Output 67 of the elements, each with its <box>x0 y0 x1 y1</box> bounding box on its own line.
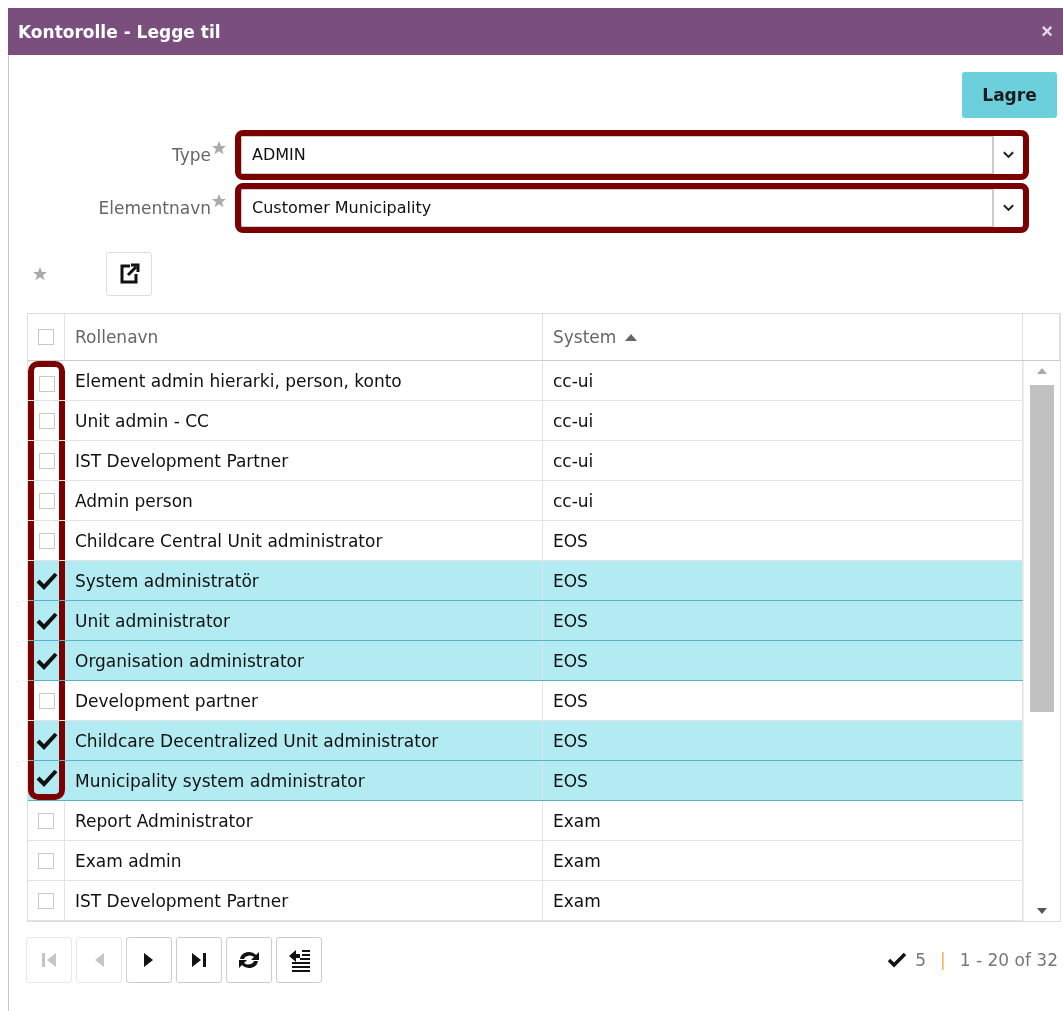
row-checkbox[interactable] <box>38 412 55 429</box>
table-cell: Development partner <box>65 681 543 720</box>
column-header[interactable]: Rollenavn <box>75 327 159 347</box>
check-icon[interactable] <box>35 570 58 591</box>
check-icon[interactable] <box>35 650 58 671</box>
first-page-icon <box>40 951 58 969</box>
table-cell: IST Development Partner <box>65 441 543 480</box>
page-range: 1 - 20 of 32 <box>959 950 1058 970</box>
field-label: Elementnavn <box>97 197 211 218</box>
row-checkbox[interactable] <box>38 892 54 909</box>
table-cell: Childcare Central Unit administrator <box>65 521 543 560</box>
table-cell: IST Development Partner <box>65 881 543 920</box>
dropdown-field[interactable]: ADMIN <box>235 129 1029 180</box>
table-row[interactable]: IST Development Partner cc-ui <box>28 441 1023 481</box>
table-row[interactable]: IST Development Partner Exam <box>28 881 1023 921</box>
field-label: Type <box>170 144 211 165</box>
table-row[interactable]: Unit administrator EOS <box>28 601 1023 641</box>
check-icon <box>887 952 908 968</box>
pager-button[interactable] <box>276 937 322 983</box>
pager-button[interactable] <box>176 937 222 983</box>
table-row[interactable]: Element admin hierarki, person, konto cc-ui <box>28 361 1023 401</box>
check-icon[interactable] <box>35 730 58 751</box>
table-cell: Childcare Decentralized Unit administrator <box>65 721 543 760</box>
table-cell: Admin person <box>65 481 543 520</box>
pager-button[interactable] <box>126 937 172 983</box>
table-row[interactable]: Exam admin Exam <box>28 841 1023 881</box>
table-row[interactable]: Admin person cc-ui <box>28 481 1023 521</box>
scrollbar-thumb[interactable] <box>1030 385 1054 712</box>
table-cell: Report Administrator <box>65 801 543 840</box>
row-checkbox[interactable] <box>38 452 55 469</box>
row-checkbox[interactable] <box>38 692 55 709</box>
selected-count: 5 <box>915 950 927 970</box>
table-row[interactable]: Childcare Central Unit administrator EOS <box>28 521 1023 561</box>
table-cell: Unit administrator <box>65 601 543 640</box>
table-row[interactable]: Unit admin - CC cc-ui <box>28 401 1023 441</box>
table-cell: Municipality system administrator <box>65 761 543 800</box>
table-row[interactable]: Municipality system administrator EOS <box>28 761 1023 801</box>
column-header[interactable]: System <box>553 327 617 347</box>
star-icon <box>32 266 48 282</box>
select-all-checkbox[interactable] <box>38 329 54 345</box>
table-cell: Unit admin - CC <box>65 401 543 440</box>
table-cell: Exam admin <box>65 841 543 880</box>
export-button[interactable] <box>106 252 152 296</box>
table-row[interactable]: Organisation administrator EOS <box>28 641 1023 681</box>
table-row[interactable]: System administratör EOS <box>28 561 1023 601</box>
row-checkbox[interactable] <box>38 812 54 829</box>
row-checkbox[interactable] <box>38 492 55 509</box>
row-checkbox[interactable] <box>38 852 54 869</box>
close-button[interactable]: × <box>1041 20 1053 43</box>
last-page-icon <box>190 951 208 969</box>
table-row[interactable]: Childcare Decentralized Unit administrator EOS <box>28 721 1023 761</box>
row-checkbox[interactable] <box>38 532 55 549</box>
row-checkbox[interactable] <box>38 375 55 392</box>
scroll-up-icon <box>1036 367 1048 375</box>
save-button[interactable]: Lagre <box>962 72 1057 118</box>
check-icon[interactable] <box>35 610 58 631</box>
table-cell: System administratör <box>65 561 543 600</box>
table-row[interactable]: Development partner EOS <box>28 681 1023 721</box>
pager-button[interactable] <box>226 937 272 983</box>
dropdown-field[interactable]: Customer Municipality <box>235 182 1029 233</box>
table-cell: Element admin hierarki, person, konto <box>65 361 543 400</box>
window-title: Kontorolle - Legge til <box>18 21 221 42</box>
separator: | <box>939 950 947 970</box>
table-cell: Organisation administrator <box>65 641 543 680</box>
scroll-down-icon <box>1036 907 1048 915</box>
table-row[interactable]: Report Administrator Exam <box>28 801 1023 841</box>
check-icon[interactable] <box>35 767 58 788</box>
